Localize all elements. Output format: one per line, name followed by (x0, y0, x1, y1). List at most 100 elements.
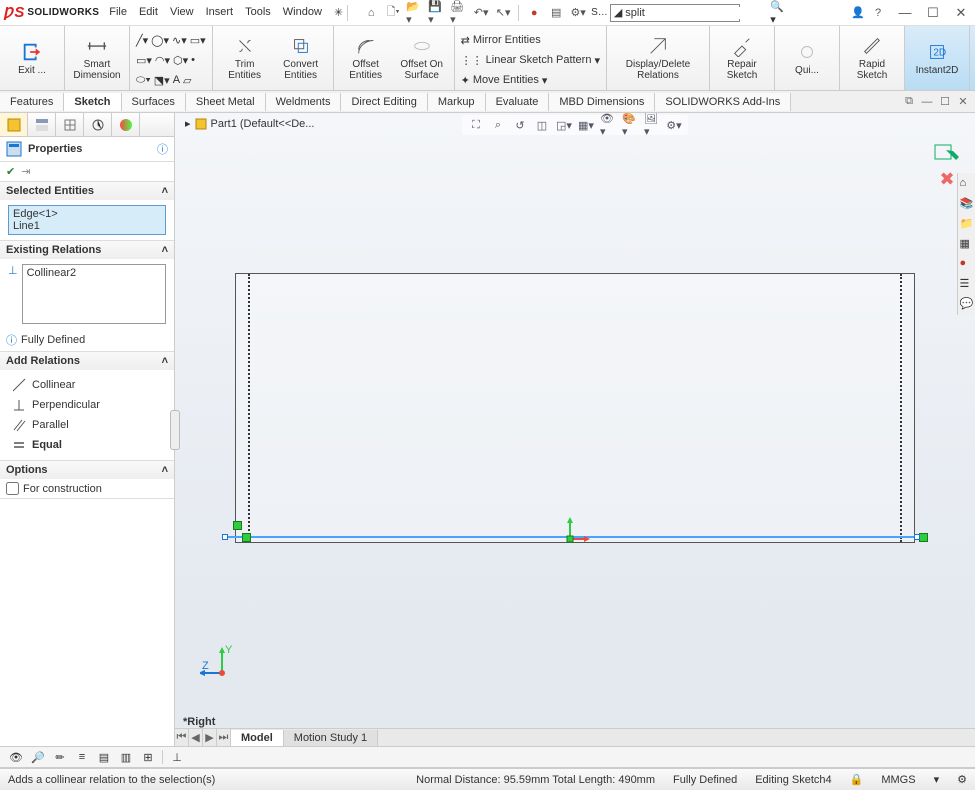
doc-minimize-icon[interactable]: — (921, 96, 933, 108)
expand-icon[interactable]: ▸ (185, 117, 191, 130)
status-gear-icon[interactable]: ⚙ (957, 773, 967, 786)
text-icon[interactable]: A (173, 74, 180, 86)
rebuild-icon[interactable]: ● (525, 4, 543, 22)
selected-entities-list[interactable]: Edge<1> Line1 (8, 205, 166, 235)
menu-tools[interactable]: Tools (245, 6, 271, 19)
rapid-sketch-button[interactable]: Rapid Sketch (846, 29, 898, 87)
endpoint-node[interactable] (914, 534, 920, 540)
close-button[interactable]: ✕ (951, 5, 971, 21)
trim-entities-button[interactable]: Trim Entities (219, 29, 271, 87)
undo-icon[interactable]: ↶▾ (472, 4, 490, 22)
tab-nav-next-icon[interactable]: ▶ (203, 729, 217, 746)
slot-icon[interactable]: ▭▾ (190, 34, 206, 47)
tab-evaluate[interactable]: Evaluate (486, 93, 550, 111)
file-explorer-tab-icon[interactable]: 📁 (960, 217, 974, 231)
tab-sheet-metal[interactable]: Sheet Metal (186, 93, 266, 111)
command-search[interactable]: ◢ 🔍▾ (610, 4, 740, 22)
options-header[interactable]: Options˄ (0, 461, 174, 479)
tab-nav-first-icon[interactable]: ⏮ (175, 729, 189, 746)
tab-model[interactable]: Model (231, 730, 284, 746)
hide-show-icon[interactable]: 👁▾ (600, 117, 616, 133)
print-icon[interactable]: 🖨▾ (450, 4, 468, 22)
toolbar-icon[interactable]: ✏ (52, 749, 68, 765)
linear-pattern-button[interactable]: ⋮⋮Linear Sketch Pattern▾ (461, 51, 600, 69)
minimize-button[interactable]: — (895, 5, 915, 21)
existing-relations-header[interactable]: Existing Relations˄ (0, 241, 174, 259)
spline-icon[interactable]: ∿▾ (172, 34, 187, 47)
panel-grip[interactable] (170, 410, 180, 450)
design-library-tab-icon[interactable]: 📚 (960, 197, 974, 211)
exit-sketch-ok-icon[interactable] (933, 143, 961, 167)
feature-manager-tab[interactable] (0, 113, 28, 136)
exit-sketch-button[interactable]: Exit ... (6, 29, 58, 87)
open-icon[interactable]: 📂▾ (406, 4, 424, 22)
repair-sketch-button[interactable]: Repair Sketch (716, 29, 768, 87)
view-settings-icon[interactable]: ⚙▾ (666, 117, 682, 133)
graphics-area[interactable]: ▸ Part1 (Default<<De... ⛶ ⌕ ↺ ◫ ◲▾ ▦▾ 👁▾… (175, 113, 975, 746)
home-icon[interactable]: ⌂ (362, 4, 380, 22)
forum-tab-icon[interactable]: 💬 (960, 297, 974, 311)
circle-icon[interactable]: ◯▾ (151, 34, 169, 47)
tab-motion-study[interactable]: Motion Study 1 (284, 730, 378, 746)
tab-mbd-dimensions[interactable]: MBD Dimensions (549, 93, 655, 111)
help-icon[interactable]: ? (869, 4, 887, 22)
convert-entities-button[interactable]: Convert Entities (275, 29, 327, 87)
relation-parallel[interactable]: Parallel (8, 415, 166, 435)
arc-icon[interactable]: ◠▾ (155, 54, 170, 67)
menu-window[interactable]: Window (283, 6, 322, 19)
search-input[interactable] (625, 7, 767, 19)
custom-props-tab-icon[interactable]: ☰ (960, 277, 974, 291)
zoom-area-icon[interactable]: ⌕ (490, 117, 506, 133)
existing-relations-list[interactable]: Collinear2 (22, 264, 166, 324)
status-units[interactable]: MMGS (881, 774, 915, 786)
pm-pushpin-icon[interactable]: ⇥ (21, 165, 30, 178)
new-icon[interactable]: 🗋▾ (384, 4, 402, 22)
menu-edit[interactable]: Edit (139, 6, 158, 19)
menu-file[interactable]: File (109, 6, 127, 19)
tab-weldments[interactable]: Weldments (266, 93, 342, 111)
display-manager-tab[interactable] (112, 113, 140, 136)
view-orientation-icon[interactable]: ◲▾ (556, 117, 572, 133)
status-lock-icon[interactable]: 🔒 (850, 773, 864, 786)
relation-perpendicular[interactable]: Perpendicular (8, 395, 166, 415)
toolbar-icon[interactable]: 🔎 (30, 749, 46, 765)
tab-sketch[interactable]: Sketch (64, 93, 121, 111)
toolbar-icon[interactable]: ▥ (118, 749, 134, 765)
config-manager-tab[interactable] (56, 113, 84, 136)
menu-view[interactable]: View (170, 6, 194, 19)
reference-triad[interactable]: Y Z (200, 643, 240, 686)
ellipse-icon[interactable]: ⬭▾ (136, 74, 151, 87)
appearances-tab-icon[interactable]: ● (960, 257, 974, 271)
existing-relation-item[interactable]: Collinear2 (27, 267, 161, 279)
selected-entity-item[interactable]: Edge<1> (13, 208, 161, 220)
relation-collinear[interactable]: Collinear (8, 375, 166, 395)
toolbar-icon[interactable]: ≡ (74, 749, 90, 765)
doc-restore-icon[interactable]: ⧉ (903, 96, 915, 108)
feature-breadcrumb[interactable]: ▸ Part1 (Default<<De... (185, 117, 314, 130)
relation-glyph[interactable] (242, 533, 251, 542)
relation-equal[interactable]: Equal (8, 435, 166, 455)
selected-entities-header[interactable]: Selected Entities˄ (0, 182, 174, 200)
fillet-icon[interactable]: ⬔▾ (154, 74, 170, 87)
edit-appearance-icon[interactable]: 🎨▾ (622, 117, 638, 133)
doc-close-icon[interactable]: ✕ (957, 96, 969, 108)
tab-nav-prev-icon[interactable]: ◀ (189, 729, 203, 746)
property-manager-tab[interactable] (28, 113, 56, 136)
tab-features[interactable]: Features (0, 93, 64, 111)
plane-icon[interactable]: ▱ (183, 74, 191, 87)
doc-maximize-icon[interactable]: ☐ (939, 96, 951, 108)
add-relations-header[interactable]: Add Relations˄ (0, 352, 174, 370)
user-icon[interactable]: 👤 (849, 4, 867, 22)
status-dropdown-icon[interactable]: ▾ (934, 773, 940, 786)
for-construction-checkbox[interactable] (6, 482, 19, 495)
menu-star-icon[interactable]: ✳ (334, 6, 343, 19)
options-icon[interactable]: ▤ (547, 4, 565, 22)
display-style-icon[interactable]: ▦▾ (578, 117, 594, 133)
view-palette-tab-icon[interactable]: ▦ (960, 237, 974, 251)
apply-scene-icon[interactable]: 🖼▾ (644, 117, 660, 133)
mirror-entities-button[interactable]: ⇄Mirror Entities (461, 31, 600, 49)
tab-markup[interactable]: Markup (428, 93, 486, 111)
previous-view-icon[interactable]: ↺ (512, 117, 528, 133)
search-icon[interactable]: 🔍▾ (770, 0, 784, 26)
sketch-origin[interactable] (560, 515, 590, 548)
